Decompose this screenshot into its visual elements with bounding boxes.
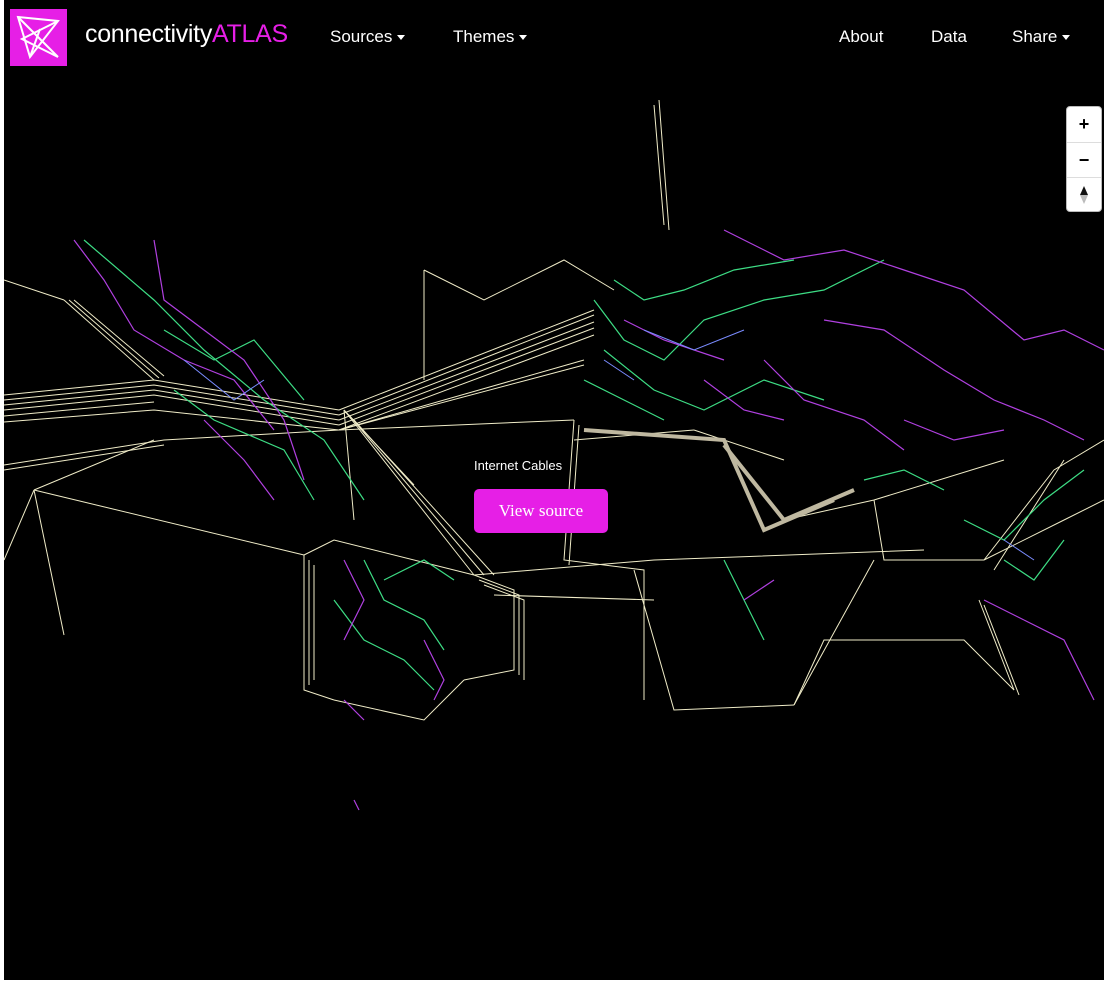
view-source-button[interactable]: View source [474,489,608,533]
compass-north-icon[interactable] [1067,177,1101,212]
brand-name-part2: ATLAS [212,20,288,48]
zoom-out-button[interactable]: − [1067,142,1101,177]
nav-data-link[interactable]: Data [931,27,967,47]
navbar: connectivityATLAS Sources Themes About D… [0,0,1108,75]
blue-network [183,329,1035,561]
brand-name-part1: connectivity [85,20,213,48]
nav-sources-dropdown[interactable]: Sources [330,27,406,47]
nav-share-dropdown[interactable]: Share [1012,27,1071,47]
popup-title: Internet Cables [474,458,563,473]
brand-name[interactable]: connectivityATLAS [85,20,288,49]
caret-down-icon [1062,35,1071,41]
zoom-in-button[interactable]: + [1067,107,1101,141]
compass-south-arrow [1080,195,1088,204]
connectivity-logo-icon[interactable] [10,9,67,66]
mediterranean-bundle [583,428,855,533]
nav-themes-dropdown[interactable]: Themes [453,27,528,47]
nav-about-link[interactable]: About [839,27,883,47]
compass-north-arrow [1080,186,1088,195]
nav-sources-label: Sources [330,27,393,46]
zoom-control: + − [1066,106,1102,212]
nav-themes-label: Themes [453,27,515,46]
atlantic-cables-west [4,99,1104,721]
green-network [83,239,1085,691]
nav-share-label: Share [1012,27,1058,46]
caret-down-icon [519,35,528,41]
caret-down-icon [397,35,406,41]
